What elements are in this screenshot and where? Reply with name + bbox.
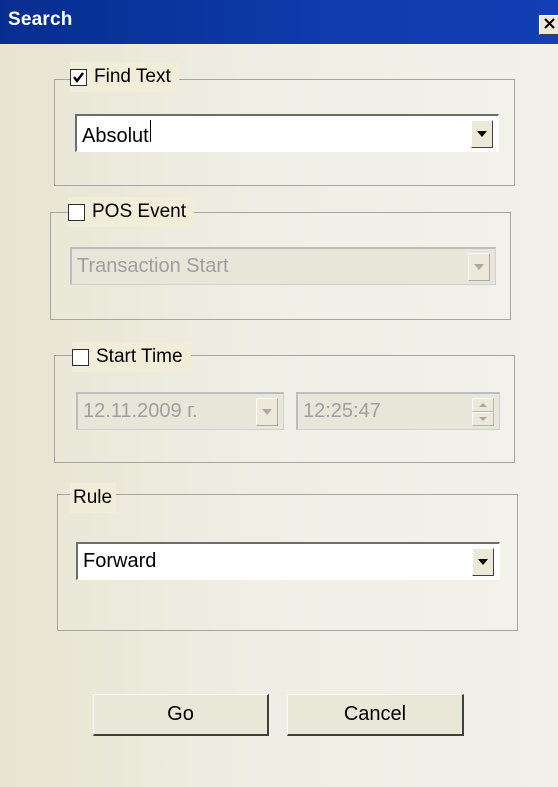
start-date-picker[interactable]: 12.11.2009 г. xyxy=(76,392,284,430)
start-time-legend: Start Time xyxy=(72,342,191,372)
chevron-down-icon xyxy=(478,558,488,565)
find-text-label: Find Text xyxy=(94,66,171,87)
close-button[interactable] xyxy=(539,15,558,35)
find-text-checkbox[interactable] xyxy=(70,68,87,86)
start-time-checkbox[interactable] xyxy=(72,348,89,366)
chevron-down-icon xyxy=(479,416,487,421)
go-button[interactable]: Go xyxy=(93,694,269,736)
find-text-value: Absolut xyxy=(82,124,149,147)
chevron-up-icon xyxy=(479,402,487,407)
chevron-down-icon xyxy=(477,130,487,137)
time-spin-buttons[interactable] xyxy=(472,397,494,426)
date-dropdown-button[interactable] xyxy=(256,397,278,426)
rule-value: Forward xyxy=(83,550,157,572)
pos-event-value: Transaction Start xyxy=(77,255,229,277)
pos-event-checkbox[interactable] xyxy=(68,203,85,221)
find-text-dropdown-button[interactable] xyxy=(471,119,493,148)
start-time-value: 12:25:47 xyxy=(303,400,381,422)
find-text-input[interactable]: Absolut xyxy=(77,119,471,148)
rule-dropdown-button[interactable] xyxy=(472,547,494,576)
chevron-down-icon xyxy=(262,408,272,415)
pos-event-legend: POS Event xyxy=(68,197,194,227)
close-icon xyxy=(544,16,555,34)
search-dialog: Search Find Text Absolut POS Event Trans… xyxy=(0,0,558,787)
start-date-value: 12.11.2009 г. xyxy=(83,400,198,422)
chevron-down-icon xyxy=(474,263,484,270)
checkmark-icon xyxy=(73,71,84,83)
rule-legend: Rule xyxy=(70,483,117,513)
find-text-combo[interactable]: Absolut xyxy=(75,114,499,152)
spin-up-button[interactable] xyxy=(472,397,494,412)
start-time-label: Start Time xyxy=(96,346,183,367)
start-time-spinner[interactable]: 12:25:47 xyxy=(296,392,500,430)
pos-event-label: POS Event xyxy=(92,201,186,222)
dialog-title: Search xyxy=(8,9,73,30)
text-caret xyxy=(149,119,151,142)
spin-down-button[interactable] xyxy=(472,411,494,426)
pos-event-dropdown-button[interactable] xyxy=(468,252,490,281)
title-bar[interactable]: Search xyxy=(0,0,558,44)
pos-event-combo[interactable]: Transaction Start xyxy=(70,247,496,285)
cancel-button[interactable]: Cancel xyxy=(287,694,464,736)
rule-label: Rule xyxy=(73,487,113,508)
find-text-legend: Find Text xyxy=(70,62,179,92)
rule-combo[interactable]: Forward xyxy=(76,542,500,580)
